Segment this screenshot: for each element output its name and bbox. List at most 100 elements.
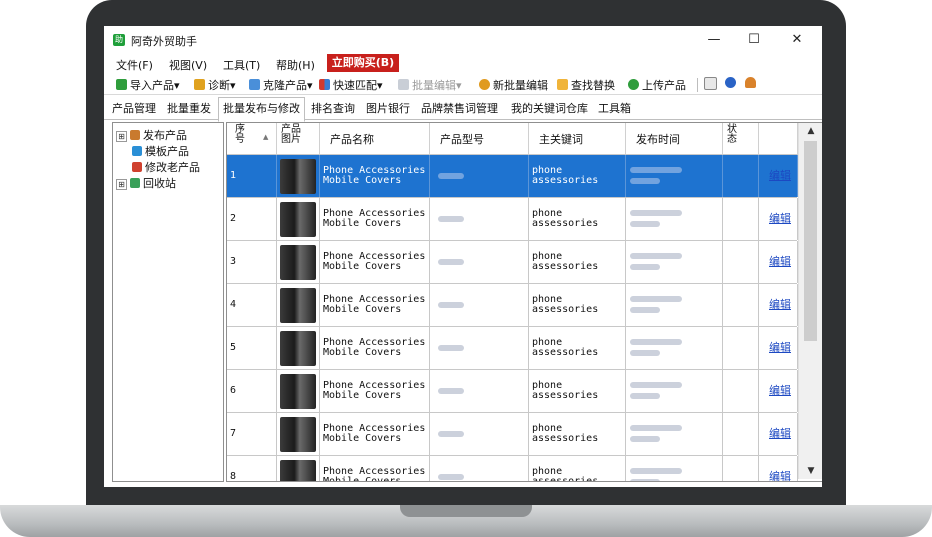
tab-product-management[interactable]: 产品管理 xyxy=(112,100,156,116)
cell-image xyxy=(277,284,320,326)
column-header-name[interactable]: 产品名称 xyxy=(320,123,430,155)
scrollbar-thumb[interactable] xyxy=(804,141,817,341)
new-batch-edit-label: 新批量编辑 xyxy=(493,79,548,92)
redacted-model xyxy=(438,388,464,394)
main-keyword: phone assessories xyxy=(532,423,599,444)
edit-link[interactable]: 编辑 xyxy=(769,428,791,439)
upload-label: 上传产品 xyxy=(642,79,686,92)
table-row[interactable]: 7 Phone Accessories Mobile Covers phone as… xyxy=(227,413,798,456)
cell-name: Phone Accessories Mobile Covers xyxy=(320,456,430,481)
cell-action: 编辑 xyxy=(759,413,798,455)
menu-help[interactable]: 帮助(H) xyxy=(276,57,315,73)
table-row[interactable]: 2 Phone Accessories Mobile Covers phone as… xyxy=(227,198,798,241)
tab-toolbox[interactable]: 工具箱 xyxy=(598,100,631,116)
cell-keyword: phone assessories xyxy=(529,370,626,412)
cell-action: 编辑 xyxy=(759,241,798,283)
tree-item-recycle-bin[interactable]: ⊞ 回收站 xyxy=(116,175,176,191)
navigation-tree: ⊞ 发布产品 模板产品 修改老产品 ⊞ 回收站 xyxy=(112,122,224,482)
edit-link[interactable]: 编辑 xyxy=(769,170,791,181)
edit-link[interactable]: 编辑 xyxy=(769,342,791,353)
scroll-down-icon[interactable]: ▼ xyxy=(799,463,822,479)
cell-status xyxy=(723,413,759,455)
tab-brand-banned-words[interactable]: 品牌禁售词管理 xyxy=(421,100,498,116)
product-thumbnail xyxy=(280,374,316,409)
expand-icon[interactable]: ⊞ xyxy=(116,131,127,142)
batch-edit-button[interactable]: 批量编辑▾ xyxy=(398,77,462,93)
quick-match-button[interactable]: 快速匹配▾ xyxy=(319,77,383,93)
redacted-time xyxy=(630,436,660,442)
menu-tools[interactable]: 工具(T) xyxy=(223,57,260,73)
diagnose-button[interactable]: 诊断▾ xyxy=(194,77,236,93)
table-row[interactable]: 3 Phone Accessories Mobile Covers phone as… xyxy=(227,241,798,284)
expand-icon[interactable]: ⊞ xyxy=(116,179,127,190)
cell-name: Phone Accessories Mobile Covers xyxy=(320,327,430,369)
tree-item-template[interactable]: 模板产品 xyxy=(132,143,189,159)
table-row[interactable]: 4 Phone Accessories Mobile Covers phone as… xyxy=(227,284,798,327)
table-row[interactable]: 1 Phone Accessories Mobile Covers phone as… xyxy=(227,155,798,198)
cell-image xyxy=(277,327,320,369)
vertical-scrollbar[interactable]: ▲ ▼ xyxy=(798,123,822,479)
close-button[interactable]: ✕ xyxy=(785,30,809,50)
table-row[interactable]: 8 Phone Accessories Mobile Covers phone as… xyxy=(227,456,798,481)
bolt-icon xyxy=(479,79,490,90)
redacted-model xyxy=(438,259,464,265)
column-header-action xyxy=(759,123,798,155)
column-header-keyword[interactable]: 主关键词 xyxy=(529,123,626,155)
column-header-time[interactable]: 发布时间 xyxy=(626,123,723,155)
maximize-button[interactable]: ☐ xyxy=(742,30,766,50)
find-replace-button[interactable]: 查找替换 xyxy=(557,77,615,93)
scroll-up-icon[interactable]: ▲ xyxy=(799,123,822,139)
edit-link[interactable]: 编辑 xyxy=(769,385,791,396)
redacted-date xyxy=(630,253,682,259)
menu-file[interactable]: 文件(F) xyxy=(116,57,153,73)
redacted-model xyxy=(438,216,464,222)
tab-my-keywords[interactable]: 我的关键词仓库 xyxy=(511,100,588,116)
cell-publish-time xyxy=(626,241,723,283)
table-row[interactable]: 5 Phone Accessories Mobile Covers phone as… xyxy=(227,327,798,370)
sort-ascending-icon: ▲ xyxy=(263,133,269,141)
tab-image-bank[interactable]: 图片银行 xyxy=(366,100,410,116)
new-batch-edit-button[interactable]: 新批量编辑 xyxy=(479,77,548,93)
column-header-image[interactable]: 产品图片 xyxy=(277,123,320,155)
clone-products-button[interactable]: 克隆产品▾ xyxy=(249,77,313,93)
cell-name: Phone Accessories Mobile Covers xyxy=(320,284,430,326)
row-number: 7 xyxy=(230,428,237,439)
cell-publish-time xyxy=(626,155,723,197)
tab-ranking-query[interactable]: 排名查询 xyxy=(311,100,355,116)
import-products-button[interactable]: 导入产品▾ xyxy=(116,77,180,93)
tree-item-modify-old[interactable]: 修改老产品 xyxy=(132,159,200,175)
clipboard-icon xyxy=(194,79,205,90)
main-keyword: phone assessories xyxy=(532,251,599,272)
table-row[interactable]: 6 Phone Accessories Mobile Covers phone as… xyxy=(227,370,798,413)
cell-keyword: phone assessories xyxy=(529,241,626,283)
tree-item-publish[interactable]: ⊞ 发布产品 xyxy=(116,127,187,143)
help-button[interactable] xyxy=(725,77,739,90)
column-header-seq[interactable]: 序号 ▲ xyxy=(227,123,277,155)
edit-link[interactable]: 编辑 xyxy=(769,256,791,267)
minimize-button[interactable]: — xyxy=(702,30,726,50)
upload-products-button[interactable]: 上传产品 xyxy=(628,77,686,93)
menu-view[interactable]: 视图(V) xyxy=(169,57,207,73)
column-header-model[interactable]: 产品型号 xyxy=(430,123,529,155)
buy-now-button[interactable]: 立即购买(B) xyxy=(327,54,399,72)
toolbar-divider xyxy=(697,78,698,92)
cell-seq: 5 xyxy=(227,327,277,369)
tab-bar: 产品管理 批量重发 批量发布与修改 排名查询 图片银行 品牌禁售词管理 我的关键… xyxy=(104,97,822,122)
user-button[interactable] xyxy=(745,77,759,90)
tab-batch-publish-modify[interactable]: 批量发布与修改 xyxy=(218,97,305,122)
edit-link[interactable]: 编辑 xyxy=(769,471,791,481)
column-header-label: 产品型号 xyxy=(440,133,484,146)
edit-link[interactable]: 编辑 xyxy=(769,213,791,224)
import-icon xyxy=(116,79,127,90)
chevron-down-icon: ▾ xyxy=(456,79,462,92)
tab-batch-republish[interactable]: 批量重发 xyxy=(167,100,211,116)
product-thumbnail xyxy=(280,417,316,452)
diagnose-label: 诊断 xyxy=(208,79,230,92)
edit-link[interactable]: 编辑 xyxy=(769,299,791,310)
column-header-status[interactable]: 状态 xyxy=(723,123,759,155)
redacted-time xyxy=(630,350,660,356)
cell-status xyxy=(723,155,759,197)
chevron-down-icon: ▾ xyxy=(174,79,180,92)
settings-tool-button[interactable] xyxy=(704,77,720,92)
column-header-label: 主关键词 xyxy=(539,133,583,146)
